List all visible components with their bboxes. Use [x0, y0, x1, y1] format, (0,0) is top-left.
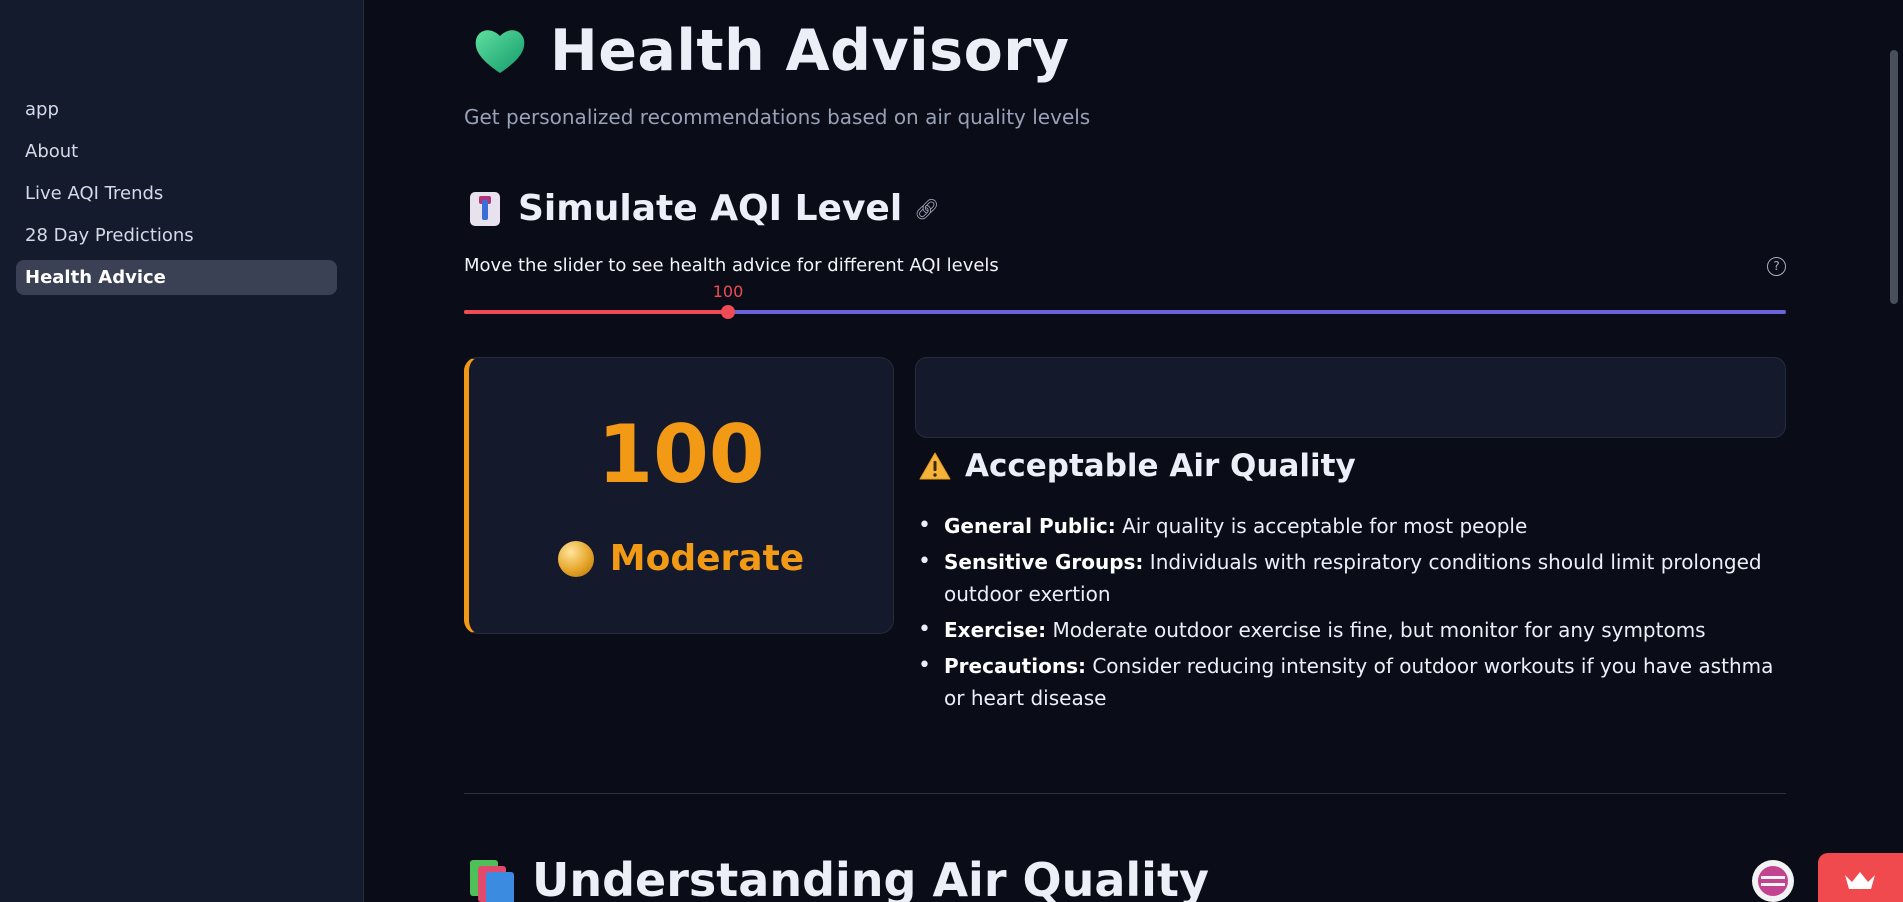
- sidebar-item-28-day-predictions[interactable]: 28 Day Predictions: [16, 218, 337, 253]
- scrollbar-thumb[interactable]: [1890, 50, 1898, 304]
- aqi-slider[interactable]: [464, 305, 1786, 319]
- advice-label: Sensitive Groups:: [944, 550, 1144, 574]
- aqi-category: Moderate: [609, 538, 805, 579]
- main-content: Health Advisory Get personalized recomme…: [464, 0, 1786, 902]
- sidebar: app About Live AQI Trends 28 Day Predict…: [0, 0, 364, 902]
- slider-thumb[interactable]: [721, 305, 735, 319]
- sidebar-item-live-aqi-trends[interactable]: Live AQI Trends: [16, 176, 337, 211]
- help-icon[interactable]: ?: [1767, 257, 1786, 276]
- aqi-card: 100 Moderate: [464, 357, 894, 634]
- simulate-title: Simulate AQI Level: [518, 188, 903, 229]
- aqi-value: 100: [597, 408, 765, 501]
- aqi-category-row: Moderate: [469, 538, 893, 579]
- sidebar-item-app[interactable]: app: [16, 92, 337, 127]
- list-item: Exercise: Moderate outdoor exercise is f…: [918, 614, 1784, 646]
- advice-header: Acceptable Air Quality: [919, 448, 1356, 484]
- avatar[interactable]: [1752, 860, 1794, 902]
- advice-label: Exercise:: [944, 618, 1047, 642]
- sidebar-nav: app About Live AQI Trends 28 Day Predict…: [16, 92, 337, 302]
- thermometer-icon: [470, 191, 500, 226]
- advice-banner: [915, 357, 1786, 438]
- understanding-section-header: Understanding Air Quality: [470, 853, 1209, 902]
- green-heart-icon: [475, 30, 525, 73]
- advice-text: Air quality is acceptable for most peopl…: [1115, 514, 1528, 538]
- sidebar-item-health-advice[interactable]: Health Advice: [16, 260, 337, 295]
- scrollbar[interactable]: [1885, 0, 1903, 902]
- page-title: Health Advisory: [550, 18, 1070, 84]
- books-icon: [470, 858, 516, 902]
- list-item: Precautions: Consider reducing intensity…: [918, 650, 1784, 714]
- advice-label: Precautions:: [944, 654, 1086, 678]
- list-item: General Public: Air quality is acceptabl…: [918, 510, 1784, 542]
- link-icon[interactable]: 🔗︎: [914, 197, 939, 221]
- advice-list: General Public: Air quality is acceptabl…: [918, 510, 1784, 718]
- crown-icon: [1845, 872, 1875, 889]
- advice-text: Moderate outdoor exercise is fine, but m…: [1046, 618, 1706, 642]
- orange-circle-icon: [557, 540, 594, 577]
- slider-value: 100: [712, 282, 744, 301]
- warning-icon: [919, 452, 951, 480]
- page-header: Health Advisory: [472, 18, 1070, 84]
- slider-track-fill: [464, 310, 728, 314]
- section-divider: [464, 793, 1786, 794]
- page-subtitle: Get personalized recommendations based o…: [464, 105, 1091, 129]
- advice-title: Acceptable Air Quality: [965, 448, 1356, 484]
- slider-label: Move the slider to see health advice for…: [464, 255, 999, 276]
- streamlit-badge[interactable]: [1818, 853, 1903, 902]
- advice-label: General Public:: [944, 514, 1116, 538]
- list-item: Sensitive Groups: Individuals with respi…: [918, 546, 1784, 610]
- understanding-title: Understanding Air Quality: [532, 853, 1209, 902]
- sidebar-item-about[interactable]: About: [16, 134, 337, 169]
- simulate-section-header: Simulate AQI Level 🔗︎: [470, 188, 940, 229]
